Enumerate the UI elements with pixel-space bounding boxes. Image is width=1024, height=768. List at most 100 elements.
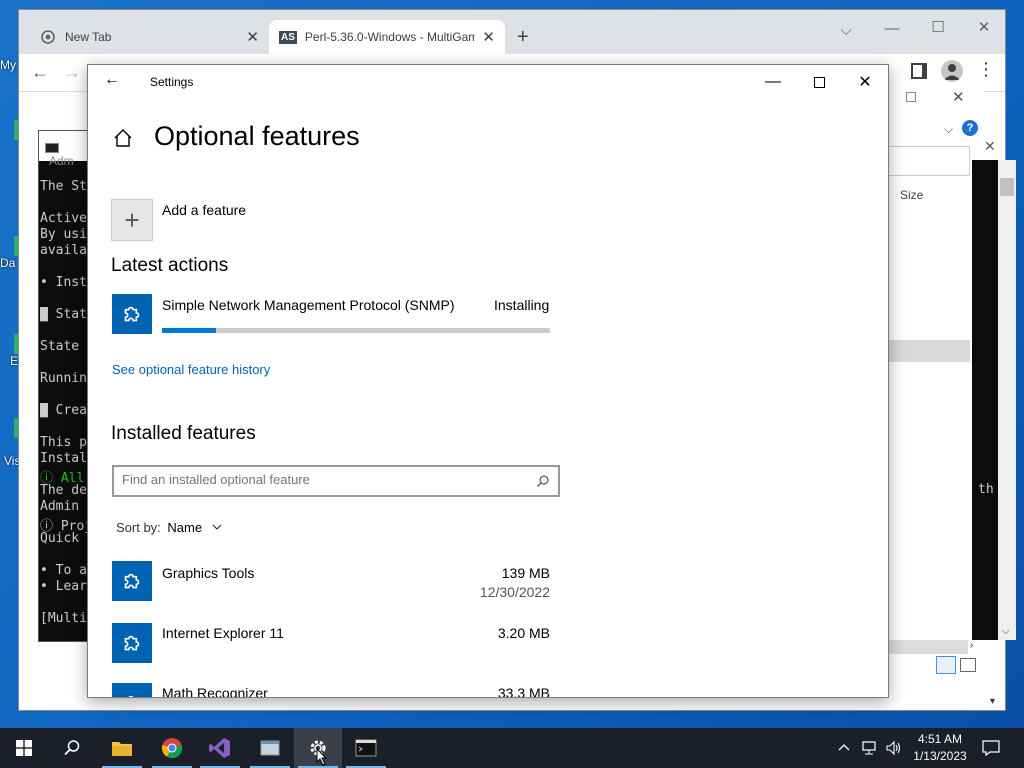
start-button[interactable]	[0, 728, 48, 768]
puzzle-icon	[124, 573, 140, 589]
feature-list-item[interactable]: Internet Explorer 11 3.20 MB	[112, 623, 552, 665]
add-feature-label[interactable]: Add a feature	[162, 202, 246, 218]
feature-size: 139 MB	[501, 565, 550, 581]
menu-kebab-icon[interactable]: ⋮	[977, 59, 995, 80]
search-icon[interactable]	[536, 474, 550, 488]
terminal-icon	[355, 739, 377, 757]
new-tab-button[interactable]: +	[517, 26, 529, 49]
latest-actions-heading: Latest actions	[111, 255, 229, 276]
page-title: Optional features	[154, 121, 360, 151]
scrollbar[interactable]	[888, 640, 968, 654]
profile-avatar-icon[interactable]	[941, 60, 963, 82]
chrome-icon	[41, 30, 55, 44]
feature-list-item[interactable]: Graphics Tools 139 MB 12/30/2022	[112, 561, 552, 605]
sort-label: Sort by:	[116, 520, 161, 535]
minimize-icon[interactable]: —	[869, 20, 915, 37]
taskbar-visual-studio[interactable]	[196, 728, 244, 768]
favicon-as-icon: AS	[279, 30, 297, 44]
console-line: Active	[40, 211, 87, 226]
clock[interactable]: 4:51 AM 1/13/2023	[912, 732, 968, 763]
search-button[interactable]	[48, 728, 96, 768]
settings-titlebar[interactable]: ← Settings — ✕	[88, 65, 888, 99]
back-arrow-icon[interactable]: ←	[104, 71, 120, 89]
visual-studio-icon	[209, 738, 230, 758]
search-icon	[64, 740, 80, 756]
back-arrow-icon[interactable]: ←	[31, 62, 49, 83]
taskbar-chrome[interactable]	[148, 728, 196, 768]
search-box[interactable]	[888, 146, 970, 176]
details-view-icon[interactable]	[936, 656, 956, 674]
console-window: Adm The St Active By usi availa • Inst █ Stat…	[38, 130, 91, 642]
installed-features-heading: Installed features	[111, 423, 256, 444]
maximize-icon[interactable]	[906, 92, 916, 102]
scroll-down-icon[interactable]: ▾	[990, 696, 995, 707]
minimize-icon[interactable]: —	[750, 65, 796, 99]
close-icon[interactable]: ✕	[961, 18, 1007, 36]
scrollbar[interactable]	[998, 160, 1016, 640]
tab-perl[interactable]: AS Perl-5.36.0-Windows - MultiGam ✕	[269, 20, 505, 54]
taskbar-command-prompt[interactable]	[342, 728, 390, 768]
tab-search-chevron-icon[interactable]: ⌵	[823, 22, 869, 39]
latest-action-status: Installing	[494, 297, 550, 313]
large-icons-view-icon[interactable]	[960, 658, 976, 672]
console-line: Runnin	[40, 371, 87, 386]
see-history-link[interactable]: See optional feature history	[112, 362, 270, 377]
feature-search-box[interactable]	[112, 465, 560, 497]
feature-size: 3.20 MB	[497, 625, 550, 641]
tab-label: Perl-5.36.0-Windows - MultiGam	[304, 30, 475, 44]
console-line: The St	[40, 179, 87, 194]
close-icon[interactable]: ✕	[842, 65, 888, 99]
column-header-size[interactable]: Size	[900, 188, 923, 202]
close-icon[interactable]: ✕	[952, 88, 965, 106]
console-line: • To a	[40, 563, 87, 578]
network-icon[interactable]	[862, 740, 880, 756]
window-title: Settings	[150, 75, 194, 89]
plus-icon: +	[124, 205, 140, 235]
tab-new-tab[interactable]: New Tab ✕	[29, 20, 269, 54]
chrome-icon	[161, 738, 183, 759]
maximize-icon[interactable]	[796, 65, 842, 99]
console-icon	[45, 142, 59, 153]
help-icon[interactable]: ?	[962, 120, 978, 136]
scroll-thumb[interactable]	[1000, 178, 1014, 196]
sidepanel-icon[interactable]	[911, 63, 927, 79]
feature-search-input[interactable]	[122, 472, 522, 487]
maximize-icon[interactable]: ☐	[915, 18, 961, 36]
console-line: availa	[40, 243, 87, 258]
forward-arrow-icon[interactable]: →	[63, 62, 81, 83]
chevron-down-icon	[212, 520, 222, 530]
close-icon[interactable]: ✕	[984, 138, 996, 155]
console-title: Adm	[49, 154, 74, 168]
selected-row[interactable]	[888, 340, 970, 362]
scroll-down-icon[interactable]: ⌵	[1002, 626, 1010, 637]
windows-logo-icon	[16, 740, 32, 756]
chevron-down-icon[interactable]: ⌵	[944, 122, 953, 137]
desktop-icon-label[interactable]: Da	[0, 256, 20, 270]
tab-label: New Tab	[65, 30, 112, 44]
desktop-icon-label[interactable]: My	[0, 58, 20, 72]
console-line: Quick	[40, 531, 80, 546]
install-progress-bar	[162, 328, 550, 333]
show-hidden-icons-chevron-icon[interactable]	[838, 740, 850, 754]
clock-date: 1/13/2023	[913, 749, 967, 763]
console-line: █ Stat	[40, 307, 87, 322]
feature-tile	[112, 561, 152, 601]
add-feature-button[interactable]: +	[111, 199, 153, 241]
sort-by-control[interactable]: Sort by: Name	[116, 520, 222, 535]
taskbar-app[interactable]	[246, 728, 294, 768]
scroll-right-icon[interactable]: ›	[970, 640, 973, 651]
app-window-icon	[260, 740, 280, 756]
install-progress-fill	[162, 328, 217, 333]
home-icon[interactable]	[112, 127, 134, 149]
console-window-right: th ⌵	[972, 160, 1016, 640]
close-tab-icon[interactable]: ✕	[246, 28, 259, 46]
puzzle-icon	[128, 695, 134, 697]
console-text: th	[978, 482, 994, 497]
notifications-icon[interactable]	[982, 740, 1000, 757]
clock-time: 4:51 AM	[917, 732, 963, 746]
close-tab-icon[interactable]: ✕	[482, 28, 495, 46]
taskbar-file-explorer[interactable]	[98, 728, 146, 768]
volume-icon[interactable]	[886, 740, 902, 756]
feature-list-item[interactable]: Math Recognizer 33.3 MB	[112, 683, 552, 697]
console-titlebar[interactable]: Adm	[39, 131, 91, 168]
